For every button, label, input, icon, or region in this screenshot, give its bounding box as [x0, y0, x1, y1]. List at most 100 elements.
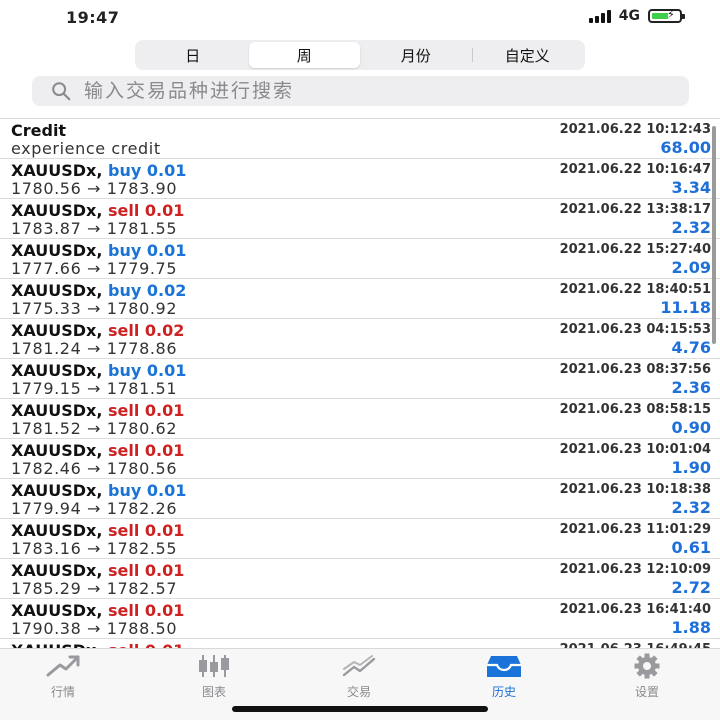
row-title: XAUUSDx, buy 0.01: [11, 161, 186, 180]
history-row[interactable]: XAUUSDx, sell 0.01 1785.29 → 1782.57 2021.…: [0, 558, 720, 598]
tab-quotes[interactable]: 行情: [18, 653, 108, 699]
row-datetime: 2021.06.23 12:10:09: [559, 562, 711, 577]
scrollbar[interactable]: [712, 126, 716, 344]
row-side: sell: [108, 641, 139, 648]
row-title: XAUUSDx, sell 0.01: [11, 201, 184, 220]
row-symbol: XAUUSDx,: [11, 361, 103, 380]
row-prices: 1781.52 → 1780.62: [11, 419, 178, 438]
history-row[interactable]: XAUUSDx, buy 0.01 1780.56 → 1783.90 2021.0…: [0, 158, 720, 198]
trade-icon: [342, 655, 376, 677]
history-row[interactable]: XAUUSDx, buy 0.01 1779.15 → 1781.51 2021.0…: [0, 358, 720, 398]
row-volume: 0.01: [144, 201, 185, 220]
tab-trade-label: 交易: [346, 685, 371, 699]
quotes-icon: [46, 655, 80, 677]
status-time: 19:47: [66, 8, 120, 27]
row-profit: 1.88: [671, 618, 711, 637]
row-side: buy: [108, 241, 142, 260]
row-volume: 0.01: [146, 361, 187, 380]
row-profit: 2.36: [671, 378, 711, 397]
row-datetime: 2021.06.23 08:37:56: [559, 362, 711, 377]
row-datetime: 2021.06.22 10:12:43: [559, 122, 711, 137]
row-title: XAUUSDx, sell 0.01: [11, 521, 184, 540]
row-profit: 1.90: [671, 458, 711, 477]
history-row[interactable]: XAUUSDx, sell 0.012021.06.23 16:49:45: [0, 638, 720, 648]
row-side: sell: [108, 561, 140, 580]
row-side: sell: [108, 441, 140, 460]
row-datetime: 2021.06.22 15:27:40: [559, 242, 711, 257]
row-volume: 0.02: [144, 321, 185, 340]
history-row[interactable]: XAUUSDx, buy 0.01 1779.94 → 1782.26 2021.0…: [0, 478, 720, 518]
row-datetime: 2021.06.22 10:16:47: [559, 162, 711, 177]
row-volume: 0.01: [146, 161, 187, 180]
period-tab-day[interactable]: 日: [137, 42, 249, 68]
row-datetime: 2021.06.22 18:40:51: [559, 282, 711, 297]
tab-history[interactable]: 历史: [459, 653, 549, 699]
tab-chart[interactable]: 图表: [169, 653, 259, 699]
row-side: buy: [108, 361, 142, 380]
tab-chart-label: 图表: [201, 685, 226, 699]
row-datetime: 2021.06.23 10:18:38: [559, 482, 711, 497]
period-tab-month[interactable]: 月份: [360, 42, 472, 68]
period-tab-custom[interactable]: 自定义: [471, 42, 584, 68]
row-volume: 0.02: [146, 281, 187, 300]
row-symbol: XAUUSDx,: [11, 481, 103, 500]
history-row[interactable]: XAUUSDx, sell 0.01 1783.16 → 1782.55 2021.…: [0, 518, 720, 558]
row-symbol: XAUUSDx,: [11, 201, 103, 220]
row-profit: 2.09: [671, 258, 711, 277]
search-input[interactable]: [82, 79, 646, 103]
row-prices: 1785.29 → 1782.57: [11, 579, 178, 598]
row-title: XAUUSDx, sell 0.01: [11, 401, 184, 420]
tab-history-label: 历史: [491, 685, 516, 699]
row-title: XAUUSDx, sell 0.01: [11, 641, 184, 648]
row-profit: 11.18: [660, 298, 711, 317]
row-title: XAUUSDx, buy 0.01: [11, 361, 186, 380]
row-side: sell: [108, 321, 140, 340]
history-row[interactable]: XAUUSDx, sell 0.01 1781.52 → 1780.62 2021.…: [0, 398, 720, 438]
row-title: XAUUSDx, sell 0.01: [11, 601, 184, 620]
row-profit: 3.34: [671, 178, 711, 197]
history-list[interactable]: Credit experience credit 2021.06.22 10:12:…: [0, 118, 720, 648]
row-side: sell: [108, 401, 140, 420]
row-title: XAUUSDx, sell 0.02: [11, 321, 184, 340]
row-side: sell: [108, 601, 140, 620]
row-symbol: XAUUSDx,: [11, 321, 103, 340]
row-datetime: 2021.06.23 10:01:04: [559, 442, 711, 457]
network-type: 4G: [618, 8, 640, 24]
row-title: XAUUSDx, buy 0.01: [11, 481, 186, 500]
row-prices: 1779.15 → 1781.51: [11, 379, 178, 398]
row-prices: experience credit: [11, 139, 161, 158]
row-prices: 1777.66 → 1779.75: [11, 259, 178, 278]
row-side: buy: [108, 161, 142, 180]
home-indicator[interactable]: [232, 706, 488, 712]
row-volume: 0.01: [146, 481, 187, 500]
row-datetime: 2021.06.23 11:01:29: [559, 522, 711, 537]
row-profit: 0.90: [671, 418, 711, 437]
row-symbol: XAUUSDx,: [11, 281, 103, 300]
search-bar: [32, 76, 689, 106]
history-row[interactable]: XAUUSDx, sell 0.02 1781.24 → 1778.86 2021.…: [0, 318, 720, 358]
row-volume: 0.01: [144, 521, 185, 540]
signal-icon: [588, 9, 611, 23]
tab-trade[interactable]: 交易: [314, 653, 404, 699]
history-row[interactable]: XAUUSDx, buy 0.02 1775.33 → 1780.92 2021.0…: [0, 278, 720, 318]
row-prices: 1775.33 → 1780.92: [11, 299, 178, 318]
row-symbol: XAUUSDx,: [11, 641, 102, 648]
settings-icon: [634, 653, 660, 679]
row-prices: 1783.16 → 1782.55: [11, 539, 178, 558]
history-row[interactable]: XAUUSDx, sell 0.01 1783.87 → 1781.55 2021.…: [0, 198, 720, 238]
history-row[interactable]: XAUUSDx, buy 0.01 1777.66 → 1779.75 2021.0…: [0, 238, 720, 278]
status-bar: 19:47 4G ⚡: [0, 0, 720, 36]
row-title: XAUUSDx, sell 0.01: [11, 561, 184, 580]
row-symbol: XAUUSDx,: [11, 241, 103, 260]
row-title: XAUUSDx, buy 0.02: [11, 281, 186, 300]
row-volume: 0.01: [144, 561, 185, 580]
row-volume: 0.01: [144, 441, 185, 460]
tab-settings[interactable]: 设置: [602, 653, 692, 699]
period-tab-week[interactable]: 周: [248, 42, 360, 68]
history-row[interactable]: Credit experience credit 2021.06.22 10:12:…: [0, 118, 720, 158]
row-profit: 4.76: [671, 338, 711, 357]
status-indicators: 4G ⚡: [588, 8, 685, 24]
history-row[interactable]: XAUUSDx, sell 0.01 1782.46 → 1780.56 2021.…: [0, 438, 720, 478]
history-row[interactable]: XAUUSDx, sell 0.01 1790.38 → 1788.50 2021.…: [0, 598, 720, 638]
row-prices: 1779.94 → 1782.26: [11, 499, 178, 518]
